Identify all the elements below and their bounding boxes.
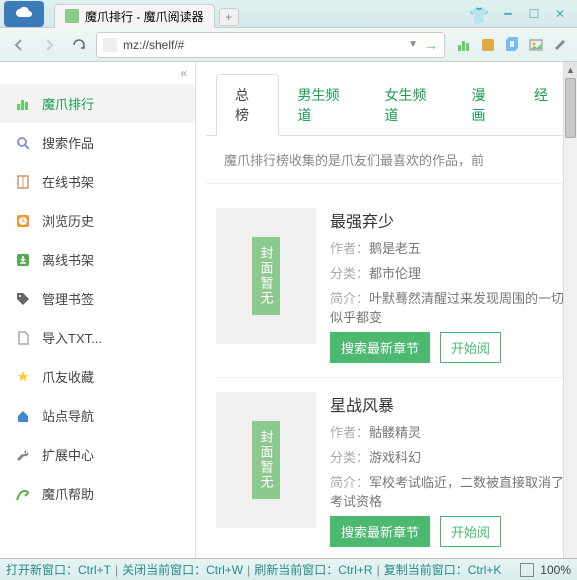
chart-tool-icon[interactable] — [453, 34, 475, 56]
sidebar-item-label: 爪友收藏 — [42, 367, 94, 386]
new-tab-button[interactable]: + — [219, 8, 239, 26]
go-button[interactable]: → — [424, 37, 438, 53]
list-tool-icon[interactable] — [477, 34, 499, 56]
sidebar-item-label: 站点导航 — [42, 406, 94, 425]
back-button[interactable] — [6, 32, 32, 58]
search-icon — [14, 134, 32, 152]
site-icon — [103, 38, 117, 52]
settings-tool-icon[interactable] — [549, 34, 571, 56]
book-list: 封面暂无 最强弃少作者：鹅是老五分类：都市伦理简介：叶默蓦然清醒过来发现周围的一切… — [196, 184, 577, 558]
sidebar-item-download[interactable]: 离线书架 — [0, 240, 195, 279]
shortcut-hint: 刷新当前窗口：Ctrl+R — [254, 563, 372, 577]
zoom-level: 100% — [540, 563, 571, 577]
browser-tab[interactable]: 魔爪排行 - 魔爪阅读器 — [54, 4, 215, 28]
scrollbar[interactable]: ▲ — [563, 62, 577, 558]
book-title[interactable]: 最强弃少 — [330, 208, 577, 232]
book-category: 分类：都市伦理 — [330, 263, 577, 282]
sidebar-item-label: 离线书架 — [42, 250, 94, 269]
sidebar-item-help[interactable]: 魔爪帮助 — [0, 474, 195, 513]
sidebar-item-label: 扩展中心 — [42, 445, 94, 464]
sidebar-item-wrench[interactable]: 扩展中心 — [0, 435, 195, 474]
download-icon — [14, 251, 32, 269]
book-author: 作者：骷髅精灵 — [330, 422, 577, 441]
scroll-thumb[interactable] — [565, 78, 576, 138]
search-chapters-button[interactable]: 搜索最新章节 — [330, 516, 430, 547]
book-item: 封面暂无 星战风暴作者：骷髅精灵分类：游戏科幻简介：军校考试临近，二数被直接取消了… — [216, 377, 577, 558]
title-bar: 魔爪排行 - 魔爪阅读器 + 👕 ━ ☐ ✕ — [0, 0, 577, 28]
sidebar-item-file[interactable]: 导入TXT... — [0, 318, 195, 357]
sidebar-item-home[interactable]: 站点导航 — [0, 396, 195, 435]
tab-title: 魔爪排行 - 魔爪阅读器 — [85, 8, 204, 25]
cover-placeholder: 封面暂无 — [252, 421, 280, 499]
status-bar: 打开新窗口：Ctrl+T|关闭当前窗口：Ctrl+W|刷新当前窗口：Ctrl+R… — [0, 558, 577, 580]
zoom-icon[interactable] — [520, 563, 534, 577]
shortcut-hint: 打开新窗口：Ctrl+T — [6, 563, 111, 577]
url-bar[interactable]: ▼ → — [96, 32, 445, 58]
minimize-button[interactable]: ━ — [497, 5, 519, 23]
sidebar-item-label: 在线书架 — [42, 172, 94, 191]
sidebar-item-clock[interactable]: 浏览历史 — [0, 201, 195, 240]
book-intro: 简介：军校考试临近，二数被直接取消了考试资格 — [330, 472, 577, 510]
theme-icon[interactable]: 👕 — [469, 6, 485, 22]
sidebar-item-label: 魔爪排行 — [42, 94, 94, 113]
home-icon — [14, 407, 32, 425]
shortcut-hint: 关闭当前窗口：Ctrl+W — [122, 563, 243, 577]
url-input[interactable] — [123, 38, 402, 52]
scroll-up-icon[interactable]: ▲ — [564, 62, 577, 78]
sidebar-item-label: 导入TXT... — [42, 328, 102, 347]
start-reading-button[interactable]: 开始阅 — [440, 332, 501, 363]
shortcut-hint: 复制当前窗口：Ctrl+K — [384, 563, 502, 577]
sidebar-item-tag[interactable]: 管理书签 — [0, 279, 195, 318]
category-tab[interactable]: 漫画 — [453, 74, 516, 135]
sidebar-item-book[interactable]: 在线书架 — [0, 162, 195, 201]
sidebar-item-label: 浏览历史 — [42, 211, 94, 230]
sidebar-item-label: 魔爪帮助 — [42, 484, 94, 503]
sidebar-item-star[interactable]: 爪友收藏 — [0, 357, 195, 396]
main-content: 总榜男生频道女生频道漫画经 魔爪排行榜收集的是爪友们最喜欢的作品，前 封面暂无 最… — [196, 62, 577, 558]
book-cover[interactable]: 封面暂无 — [216, 208, 316, 344]
sidebar: « 魔爪排行搜索作品在线书架浏览历史离线书架管理书签导入TXT... 爪友收藏站点… — [0, 62, 196, 558]
cover-placeholder: 封面暂无 — [252, 237, 280, 315]
book-icon — [14, 173, 32, 191]
help-icon — [14, 485, 32, 503]
wrench-icon — [14, 446, 32, 464]
sidebar-collapse-button[interactable]: « — [0, 62, 195, 84]
reload-button[interactable] — [66, 32, 92, 58]
book-category: 分类：游戏科幻 — [330, 447, 577, 466]
book-title[interactable]: 星战风暴 — [330, 392, 577, 416]
search-chapters-button[interactable]: 搜索最新章节 — [330, 332, 430, 363]
nav-bar: ▼ → — [0, 28, 577, 62]
category-tab[interactable]: 男生频道 — [279, 74, 366, 135]
close-button[interactable]: ✕ — [549, 5, 571, 23]
book-cover[interactable]: 封面暂无 — [216, 392, 316, 528]
forward-button[interactable] — [36, 32, 62, 58]
tab-favicon-icon — [65, 9, 79, 23]
sidebar-item-label: 管理书签 — [42, 289, 94, 308]
sidebar-item-chart[interactable]: 魔爪排行 — [0, 84, 195, 123]
start-reading-button[interactable]: 开始阅 — [440, 516, 501, 547]
book-author: 作者：鹅是老五 — [330, 238, 577, 257]
category-tab[interactable]: 总榜 — [216, 74, 279, 136]
file-icon — [14, 329, 32, 347]
url-dropdown-icon[interactable]: ▼ — [408, 39, 418, 50]
star-icon — [14, 368, 32, 386]
clock-icon — [14, 212, 32, 230]
description-text: 魔爪排行榜收集的是爪友们最喜欢的作品，前 — [206, 136, 577, 184]
chart-icon — [14, 95, 32, 113]
maximize-button[interactable]: ☐ — [523, 5, 545, 23]
image-tool-icon[interactable] — [525, 34, 547, 56]
category-tab[interactable]: 女生频道 — [366, 74, 453, 135]
sidebar-item-search[interactable]: 搜索作品 — [0, 123, 195, 162]
category-tab[interactable]: 经 — [515, 74, 567, 135]
copy-tool-icon[interactable] — [501, 34, 523, 56]
book-item: 封面暂无 最强弃少作者：鹅是老五分类：都市伦理简介：叶默蓦然清醒过来发现周围的一切… — [216, 194, 577, 377]
app-logo — [4, 1, 44, 27]
sidebar-item-label: 搜索作品 — [42, 133, 94, 152]
book-intro: 简介：叶默蓦然清醒过来发现周围的一切似乎都变 — [330, 288, 577, 326]
category-tabs: 总榜男生频道女生频道漫画经 — [206, 74, 577, 136]
tag-icon — [14, 290, 32, 308]
